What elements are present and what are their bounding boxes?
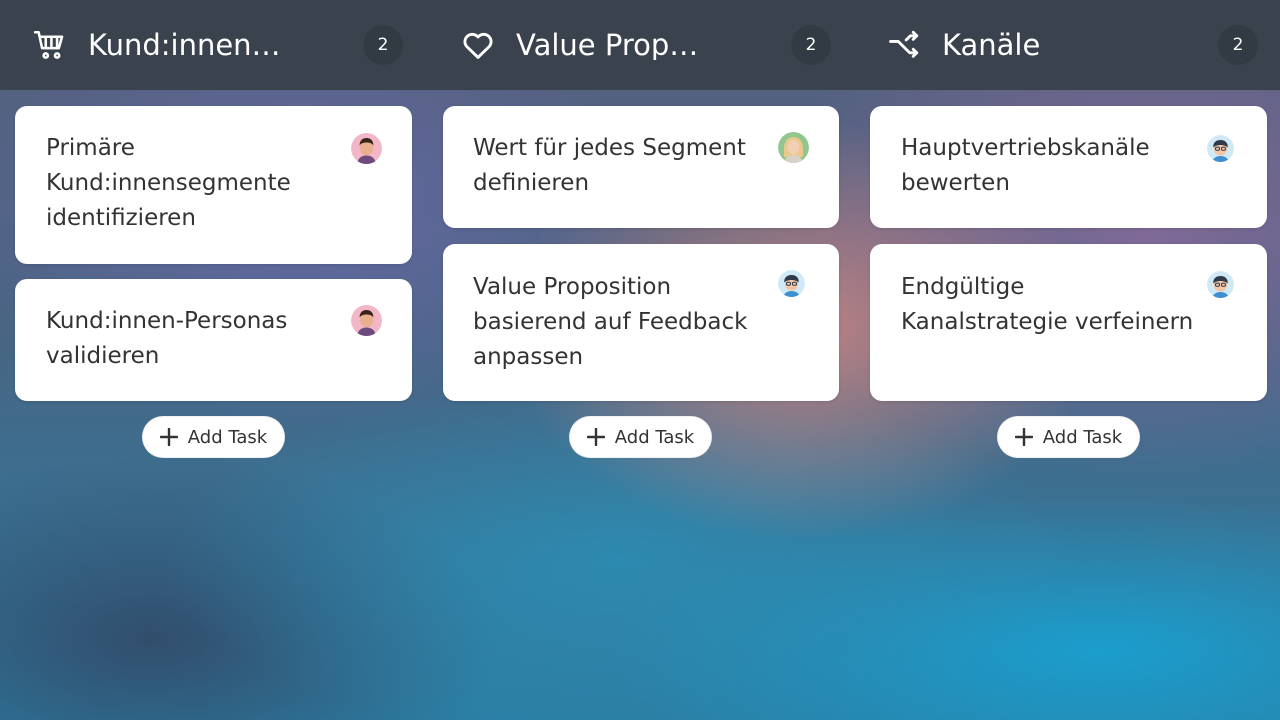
task-card[interactable]: Endgültige Kanalstrategie verfeinern [870, 244, 1267, 401]
column-header-value-proposition[interactable]: Value Prop… 2 [427, 0, 854, 90]
plus-icon [586, 428, 605, 446]
task-card[interactable]: Primäre Kund:innensegmente identifiziere… [15, 106, 412, 264]
add-task-button[interactable]: Add Task [569, 416, 712, 458]
plus-icon [1014, 428, 1033, 446]
add-task-label: Add Task [1042, 426, 1123, 448]
column-title: Kund:innen… [88, 30, 281, 60]
task-count-badge: 2 [1218, 25, 1258, 65]
task-title: Value Proposition basierend auf Feedback… [473, 274, 748, 370]
avatar-cartoon-icon [1207, 135, 1234, 162]
shuffle-icon [886, 27, 922, 63]
plus-icon [159, 428, 178, 446]
task-card[interactable]: Kund:innen-Personas validieren [15, 279, 412, 401]
column-title: Value Prop… [516, 30, 699, 60]
add-task-label: Add Task [187, 426, 268, 448]
column-header-kundinnen[interactable]: Kund:innen… 2 [0, 0, 427, 90]
avatar-man-icon [351, 305, 382, 336]
task-title: Primäre Kund:innensegmente identifiziere… [46, 135, 291, 231]
task-card[interactable]: Wert für jedes Segment definieren [443, 106, 839, 228]
shopping-cart-icon [32, 27, 68, 63]
task-title: Hauptvertriebskanäle bewerten [901, 135, 1150, 196]
add-task-button[interactable]: Add Task [997, 416, 1140, 458]
task-card[interactable]: Value Proposition basierend auf Feedback… [443, 244, 839, 401]
task-count-badge: 2 [791, 25, 831, 65]
add-task-button[interactable]: Add Task [142, 416, 285, 458]
task-title: Kund:innen-Personas validieren [46, 308, 288, 369]
heart-icon [460, 27, 496, 63]
avatar-cartoon-icon [778, 270, 805, 297]
column-title: Kanäle [942, 30, 1041, 60]
kanban-board: Kund:innen… 2 Value Prop… 2 Kanäle 2 Pri… [0, 0, 1280, 720]
column-header-kanaele[interactable]: Kanäle 2 [854, 0, 1280, 90]
task-title: Endgültige Kanalstrategie verfeinern [901, 274, 1194, 335]
task-count-badge: 2 [363, 25, 403, 65]
add-task-label: Add Task [614, 426, 695, 448]
task-title: Wert für jedes Segment definieren [473, 135, 746, 196]
avatar-cartoon-icon [1207, 271, 1234, 298]
avatar-woman-icon [778, 132, 809, 163]
avatar-man-icon [351, 133, 382, 164]
task-card[interactable]: Hauptvertriebskanäle bewerten [870, 106, 1267, 228]
